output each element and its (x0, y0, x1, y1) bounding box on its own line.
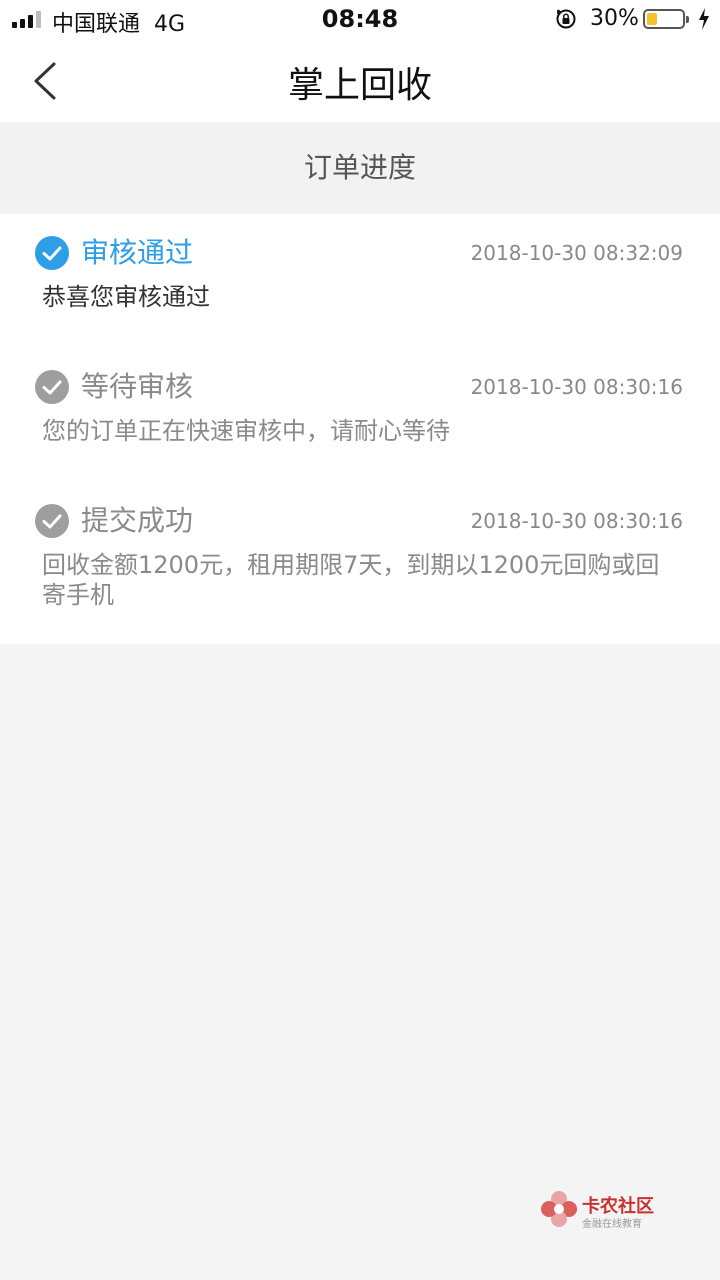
nav-bar: 掌上回收 (0, 40, 720, 122)
step-title: 等待审核 (81, 370, 194, 403)
check-circle-icon (35, 370, 69, 404)
step-title: 提交成功 (81, 504, 194, 537)
step-description: 恭喜您审核通过 (42, 283, 210, 311)
battery-fill (647, 13, 658, 25)
battery-icon (643, 9, 689, 29)
step-time: 2018-10-30 08:30:16 (470, 509, 683, 533)
watermark-subtitle: 金融在线教育 (582, 1219, 642, 1230)
charging-bolt-icon (699, 8, 709, 30)
order-progress-timeline: 审核通过 2018-10-30 08:32:09 恭喜您审核通过 等待审核 20… (0, 214, 720, 644)
section-header: 订单进度 (0, 122, 720, 214)
check-circle-icon (35, 236, 69, 270)
step-description: 回收金额1200元，租用期限7天，到期以1200元回购或回寄手机 (42, 551, 660, 609)
step-title: 审核通过 (81, 236, 194, 269)
step-time: 2018-10-30 08:30:16 (470, 375, 683, 399)
watermark-logo: 卡农社区 金融在线教育 (538, 1188, 720, 1280)
step-time: 2018-10-30 08:32:09 (470, 241, 683, 265)
step-description: 您的订单正在快速审核中，请耐心等待 (42, 417, 450, 445)
page-title: 掌上回收 (287, 65, 432, 106)
check-circle-icon (35, 504, 69, 538)
watermark-flower-icon (541, 1191, 577, 1227)
status-bar: 中国联通 4G 08:48 30% (0, 0, 720, 40)
orientation-lock-icon (556, 9, 576, 29)
battery-percent: 30% (590, 6, 639, 31)
